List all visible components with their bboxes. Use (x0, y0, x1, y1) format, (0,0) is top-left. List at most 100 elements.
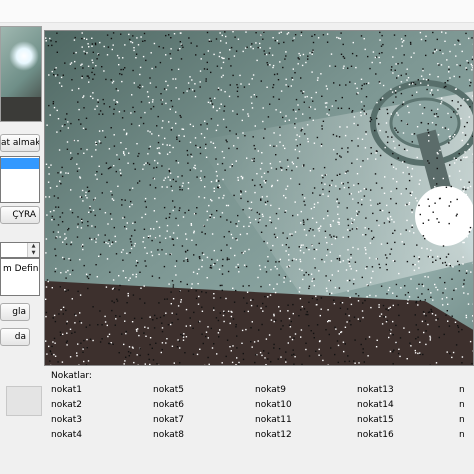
noise-pixel (255, 96, 258, 98)
noise-pixel (243, 310, 246, 313)
noise-pixel (238, 363, 240, 365)
noise-pixel (316, 324, 319, 326)
noise-pixel (303, 308, 306, 310)
camera-image-viewer[interactable] (44, 30, 474, 366)
definition-field[interactable]: m Definiti (0, 258, 40, 296)
noise-pixel (451, 315, 453, 317)
noise-pixel (327, 195, 329, 197)
noise-pixel (236, 239, 238, 241)
noise-pixel (467, 303, 470, 305)
noise-pixel (79, 294, 82, 296)
noise-pixel (436, 157, 438, 159)
noise-pixel (76, 163, 78, 165)
noise-pixel (95, 65, 97, 67)
noise-pixel (462, 132, 464, 134)
noise-pixel (391, 136, 393, 138)
capture-button[interactable]: at almak (0, 134, 40, 152)
noise-pixel (271, 185, 273, 188)
noise-pixel (380, 99, 382, 101)
action-button-2[interactable]: da (0, 328, 30, 346)
noise-pixel (331, 179, 333, 182)
noise-pixel (294, 126, 296, 129)
noise-pixel (83, 107, 85, 109)
noise-pixel (83, 50, 85, 53)
noise-pixel (234, 254, 236, 257)
noise-pixel (232, 74, 234, 77)
noise-pixel (280, 320, 282, 322)
noise-pixel (456, 113, 458, 115)
noise-pixel (86, 197, 88, 199)
noise-pixel (407, 299, 409, 301)
noise-pixel (228, 58, 230, 60)
noise-pixel (426, 88, 428, 91)
noise-pixel (201, 231, 203, 233)
noise-pixel (142, 168, 144, 170)
noise-pixel (189, 325, 192, 327)
noise-pixel (394, 241, 396, 244)
noise-pixel (269, 162, 272, 165)
noise-pixel (351, 222, 353, 224)
noise-pixel (121, 80, 123, 83)
noise-pixel (112, 32, 115, 34)
noise-pixel (466, 156, 468, 158)
noise-pixel (52, 231, 55, 233)
noise-pixel (361, 276, 363, 279)
noise-pixel (85, 117, 88, 119)
noise-pixel (77, 343, 79, 345)
noise-pixel (148, 148, 150, 150)
cyra-button[interactable]: ÇYRA (0, 206, 40, 224)
noise-pixel (379, 62, 381, 64)
noise-pixel (400, 38, 403, 40)
noise-pixel (102, 130, 104, 132)
noise-pixel (348, 261, 351, 263)
noise-pixel (45, 286, 48, 288)
noise-pixel (91, 238, 93, 241)
noise-pixel (164, 137, 166, 140)
noise-pixel (368, 257, 371, 259)
noise-pixel (264, 182, 266, 184)
noise-pixel (300, 77, 302, 79)
noise-pixel (187, 82, 190, 84)
noise-pixel (177, 49, 179, 51)
noise-pixel (57, 361, 59, 363)
noise-pixel (293, 363, 295, 365)
noise-pixel (123, 129, 125, 131)
noise-pixel (328, 109, 330, 111)
noise-pixel (451, 298, 453, 300)
numeric-spinner[interactable]: ▲ ▼ (0, 242, 40, 258)
noise-pixel (367, 55, 369, 58)
noise-pixel (430, 89, 433, 92)
noise-pixel (113, 288, 116, 290)
noise-pixel (429, 337, 432, 339)
noise-pixel (436, 289, 439, 291)
spinner-arrows-icon[interactable]: ▲ ▼ (27, 243, 39, 257)
noise-pixel (215, 170, 218, 173)
noise-pixel (418, 283, 420, 285)
noise-pixel (458, 263, 460, 266)
noise-pixel (470, 81, 472, 84)
noise-pixel (114, 235, 116, 238)
action-button-1[interactable]: gla (0, 303, 30, 321)
noise-pixel (97, 234, 100, 236)
item-listbox[interactable] (0, 156, 40, 203)
noise-pixel (247, 115, 250, 117)
noise-pixel (357, 145, 359, 147)
noise-pixel (121, 204, 123, 206)
noise-pixel (278, 32, 280, 34)
noise-pixel (375, 182, 378, 184)
noise-pixel (398, 144, 400, 146)
noise-pixel (85, 194, 87, 197)
noise-pixel (281, 244, 284, 246)
noise-pixel (199, 86, 201, 88)
noise-pixel (408, 83, 411, 86)
noise-pixel (301, 306, 303, 308)
listbox-selected-row[interactable] (1, 158, 39, 169)
noise-pixel (91, 155, 93, 158)
noise-pixel (293, 337, 295, 339)
noise-pixel (285, 210, 287, 212)
noise-pixel (257, 46, 259, 49)
noise-pixel (205, 80, 207, 82)
noise-pixel (270, 204, 272, 207)
noise-pixel (326, 102, 328, 104)
noise-pixel (449, 164, 451, 166)
